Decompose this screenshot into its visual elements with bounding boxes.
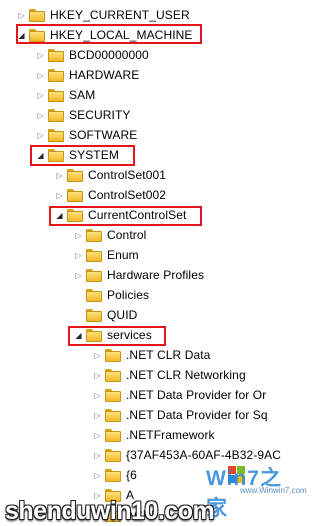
folder-icon bbox=[105, 408, 121, 422]
folder-icon bbox=[86, 248, 102, 262]
folder-icon bbox=[86, 328, 102, 342]
folder-icon bbox=[86, 308, 102, 322]
expand-arrow-icon[interactable]: ▷ bbox=[36, 105, 45, 125]
tree-node-bcd00000000[interactable]: ▷ BCD00000000 bbox=[36, 45, 149, 65]
tree-node-label: HKEY_LOCAL_MACHINE bbox=[50, 28, 193, 42]
expand-arrow-icon[interactable]: ▷ bbox=[93, 385, 102, 405]
tree-node-net-clr-data[interactable]: ▷ .NET CLR Data bbox=[93, 345, 210, 365]
tree-node-services[interactable]: ◢ services bbox=[74, 325, 152, 345]
expand-arrow-icon[interactable]: ▷ bbox=[36, 125, 45, 145]
tree-node-software[interactable]: ▷ SOFTWARE bbox=[36, 125, 137, 145]
tree-node-enum[interactable]: ▷ Enum bbox=[74, 245, 139, 265]
tree-node-label: QUID bbox=[107, 308, 138, 322]
tree-node-label: Control bbox=[107, 228, 147, 242]
expand-arrow-icon[interactable]: ▷ bbox=[93, 465, 102, 485]
expand-arrow-icon[interactable]: ▷ bbox=[74, 265, 83, 285]
tree-node-label: Policies bbox=[107, 288, 150, 302]
tree-node-label: {37AF453A-60AF-4B32-9AC bbox=[126, 448, 282, 462]
folder-icon bbox=[105, 468, 121, 482]
watermark-url: www.Winwin7.com bbox=[240, 486, 307, 495]
folder-icon bbox=[105, 348, 121, 362]
folder-icon bbox=[105, 368, 121, 382]
expand-arrow-icon[interactable]: ▷ bbox=[36, 85, 45, 105]
folder-icon bbox=[105, 388, 121, 402]
folder-icon bbox=[48, 68, 64, 82]
tree-node-net-clr-networking[interactable]: ▷ .NET CLR Networking bbox=[93, 365, 246, 385]
folder-icon bbox=[29, 28, 45, 42]
tree-node-net-data-provider-oracle[interactable]: ▷ .NET Data Provider for Or bbox=[93, 385, 266, 405]
expand-arrow-icon[interactable]: ▷ bbox=[17, 5, 26, 25]
tree-node-label: HKEY_CURRENT_USER bbox=[50, 8, 190, 22]
tree-node-hardware[interactable]: ▷ HARDWARE bbox=[36, 65, 139, 85]
folder-icon bbox=[105, 428, 121, 442]
tree-node-hkey-current-user[interactable]: ▷ HKEY_CURRENT_USER bbox=[17, 5, 190, 25]
folder-icon bbox=[105, 448, 121, 462]
tree-node-policies[interactable]: Policies bbox=[74, 285, 149, 305]
no-arrow-spacer bbox=[74, 285, 83, 305]
tree-node-security[interactable]: ▷ SECURITY bbox=[36, 105, 130, 125]
expand-arrow-icon[interactable]: ▷ bbox=[74, 245, 83, 265]
folder-icon bbox=[48, 48, 64, 62]
tree-node-label: .NET CLR Networking bbox=[126, 368, 246, 382]
collapse-arrow-icon[interactable]: ◢ bbox=[36, 145, 45, 165]
watermark-site: shenduwin10.com bbox=[5, 497, 215, 525]
tree-node-label: .NET Data Provider for Sq bbox=[126, 408, 268, 422]
collapse-arrow-icon[interactable]: ◢ bbox=[17, 25, 26, 45]
tree-node-label: SAM bbox=[69, 88, 96, 102]
expand-arrow-icon[interactable]: ▷ bbox=[36, 45, 45, 65]
folder-icon bbox=[48, 88, 64, 102]
tree-node-net-data-provider-sql[interactable]: ▷ .NET Data Provider for Sq bbox=[93, 405, 268, 425]
tree-node-label: .NET CLR Data bbox=[126, 348, 211, 362]
folder-icon bbox=[48, 128, 64, 142]
tree-node-label: CurrentControlSet bbox=[88, 208, 187, 222]
watermark-brand: Win7之家 bbox=[206, 467, 282, 520]
expand-arrow-icon[interactable]: ▷ bbox=[93, 425, 102, 445]
tree-node-system[interactable]: ◢ SYSTEM bbox=[36, 145, 119, 165]
folder-icon bbox=[67, 168, 83, 182]
expand-arrow-icon[interactable]: ▷ bbox=[93, 445, 102, 465]
tree-node-label: .NETFramework bbox=[126, 428, 215, 442]
tree-node-guid-6[interactable]: ▷ {6 bbox=[93, 465, 137, 485]
folder-icon bbox=[86, 228, 102, 242]
registry-tree: ▷ HKEY_CURRENT_USER ◢ HKEY_LOCAL_MACHINE… bbox=[0, 0, 295, 525]
expand-arrow-icon[interactable]: ▷ bbox=[36, 65, 45, 85]
folder-icon bbox=[67, 208, 83, 222]
tree-node-hardware-profiles[interactable]: ▷ Hardware Profiles bbox=[74, 265, 204, 285]
tree-node-label: Enum bbox=[107, 248, 139, 262]
tree-node-label: services bbox=[107, 328, 152, 342]
folder-icon bbox=[86, 268, 102, 282]
tree-node-quid[interactable]: QUID bbox=[74, 305, 137, 325]
tree-node-currentcontrolset[interactable]: ◢ CurrentControlSet bbox=[55, 205, 186, 225]
tree-node-control[interactable]: ▷ Control bbox=[74, 225, 146, 245]
tree-node-label: SYSTEM bbox=[69, 148, 119, 162]
tree-node-label: ControlSet001 bbox=[88, 168, 167, 182]
expand-arrow-icon[interactable]: ▷ bbox=[93, 365, 102, 385]
folder-icon bbox=[48, 108, 64, 122]
tree-node-controlset001[interactable]: ▷ ControlSet001 bbox=[55, 165, 166, 185]
tree-node-label: {6 bbox=[126, 468, 137, 482]
tree-node-label: Hardware Profiles bbox=[107, 268, 205, 282]
expand-arrow-icon[interactable]: ▷ bbox=[55, 165, 64, 185]
expand-arrow-icon[interactable]: ▷ bbox=[93, 345, 102, 365]
tree-node-label: BCD00000000 bbox=[69, 48, 149, 62]
expand-arrow-icon[interactable]: ▷ bbox=[74, 225, 83, 245]
folder-icon bbox=[48, 148, 64, 162]
tree-node-hkey-local-machine[interactable]: ◢ HKEY_LOCAL_MACHINE bbox=[17, 25, 193, 45]
folder-icon bbox=[29, 8, 45, 22]
tree-node-controlset002[interactable]: ▷ ControlSet002 bbox=[55, 185, 166, 205]
expand-arrow-icon[interactable]: ▷ bbox=[55, 185, 64, 205]
folder-icon bbox=[67, 188, 83, 202]
tree-node-netframework[interactable]: ▷ .NETFramework bbox=[93, 425, 215, 445]
tree-node-label: SECURITY bbox=[69, 108, 131, 122]
folder-icon bbox=[86, 288, 102, 302]
tree-node-label: ControlSet002 bbox=[88, 188, 167, 202]
tree-node-label: .NET Data Provider for Or bbox=[126, 388, 267, 402]
no-arrow-spacer bbox=[74, 305, 83, 325]
tree-node-label: SOFTWARE bbox=[69, 128, 138, 142]
expand-arrow-icon[interactable]: ▷ bbox=[93, 405, 102, 425]
tree-node-label: HARDWARE bbox=[69, 68, 140, 82]
collapse-arrow-icon[interactable]: ◢ bbox=[74, 325, 83, 345]
collapse-arrow-icon[interactable]: ◢ bbox=[55, 205, 64, 225]
tree-node-sam[interactable]: ▷ SAM bbox=[36, 85, 95, 105]
